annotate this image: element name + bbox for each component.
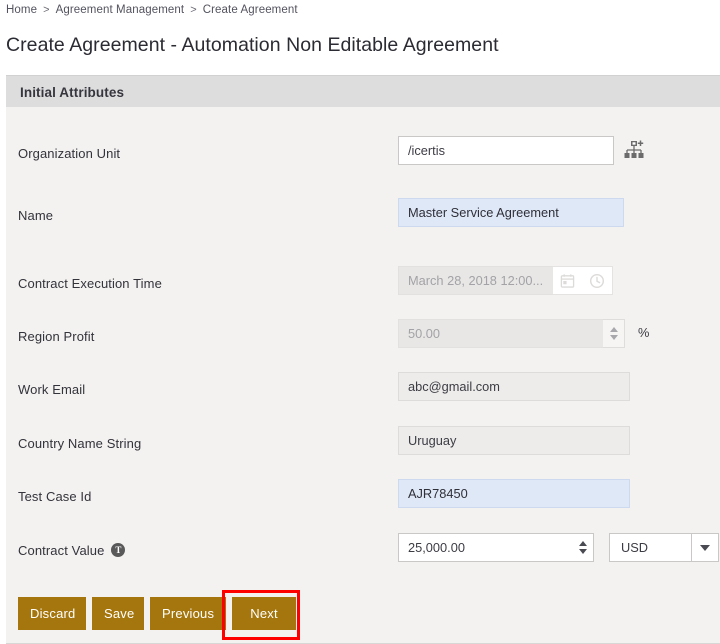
clock-icon[interactable] — [586, 270, 608, 292]
country-name-string-input[interactable]: Uruguay — [398, 426, 630, 455]
label-test-case-id: Test Case Id — [18, 488, 92, 504]
breadcrumb-item-home[interactable]: Home — [6, 4, 37, 16]
label-country-name-string: Country Name String — [18, 435, 142, 451]
form-row-contract-value: Contract Value T 25,000.00 USD — [6, 533, 720, 567]
work-email-value: abc@gmail.com — [408, 379, 500, 394]
calendar-icon[interactable] — [557, 270, 579, 292]
stepper-down-icon[interactable] — [609, 335, 618, 340]
region-profit-field[interactable]: 50.00 — [398, 319, 625, 348]
label-contract-value: Contract Value T — [18, 542, 126, 558]
label-contract-value-text: Contract Value — [18, 542, 105, 558]
label-contract-execution-time: Contract Execution Time — [18, 275, 162, 291]
form-action-bar: Discard Save Previous Next — [6, 586, 720, 644]
test-case-id-value: AJR78450 — [408, 486, 468, 501]
label-work-email: Work Email — [18, 381, 86, 397]
form-row-country-name-string: Country Name String Uruguay — [6, 426, 720, 460]
form-body: Organization Unit /icertis Name Master S… — [6, 107, 720, 586]
region-profit-stepper[interactable] — [603, 319, 625, 348]
region-profit-suffix: % — [638, 325, 650, 340]
breadcrumb-separator: > — [43, 4, 50, 16]
contract-execution-time-value: March 28, 2018 12:00... — [398, 266, 553, 295]
organization-unit-input[interactable]: /icertis — [398, 136, 614, 165]
save-button[interactable]: Save — [92, 597, 144, 630]
form-row-name: Name Master Service Agreement — [6, 198, 720, 232]
create-agreement-page: Home > Agreement Management > Create Agr… — [0, 0, 720, 644]
discard-button[interactable]: Discard — [18, 597, 86, 630]
contract-execution-time-field[interactable]: March 28, 2018 12:00... — [398, 266, 613, 295]
work-email-input[interactable]: abc@gmail.com — [398, 372, 630, 401]
contract-execution-time-buttons — [553, 266, 613, 295]
contract-value-input[interactable]: 25,000.00 — [398, 533, 572, 562]
label-organization-unit: Organization Unit — [18, 145, 121, 161]
org-chart-add-icon[interactable] — [623, 139, 645, 161]
test-case-id-input[interactable]: AJR78450 — [398, 479, 630, 508]
section-header-label: Initial Attributes — [20, 84, 125, 100]
previous-button[interactable]: Previous — [150, 597, 226, 630]
section-header-initial-attributes: Initial Attributes — [6, 75, 720, 108]
currency-select[interactable]: USD — [609, 533, 719, 562]
breadcrumb-separator: > — [190, 4, 197, 16]
breadcrumb-item-create-agreement[interactable]: Create Agreement — [203, 4, 298, 16]
next-button[interactable]: Next — [232, 597, 296, 630]
breadcrumb-item-agreement-management[interactable]: Agreement Management — [56, 4, 185, 16]
organization-unit-value: /icertis — [408, 143, 445, 158]
page-title: Create Agreement - Automation Non Editab… — [6, 34, 499, 56]
form-row-organization-unit: Organization Unit /icertis — [6, 136, 720, 170]
name-value: Master Service Agreement — [408, 205, 559, 220]
tooltip-info-icon[interactable]: T — [111, 543, 126, 557]
currency-selected-value: USD — [609, 533, 691, 562]
breadcrumb: Home > Agreement Management > Create Agr… — [6, 2, 298, 18]
contract-value-stepper[interactable] — [572, 533, 594, 562]
contract-value-field[interactable]: 25,000.00 — [398, 533, 594, 562]
label-name: Name — [18, 207, 54, 223]
form-row-contract-execution-time: Contract Execution Time March 28, 2018 1… — [6, 266, 720, 300]
chevron-down-icon[interactable] — [691, 533, 719, 562]
stepper-up-icon[interactable] — [609, 327, 618, 332]
form-row-region-profit: Region Profit 50.00 % — [6, 319, 720, 353]
stepper-down-icon[interactable] — [578, 549, 587, 554]
stepper-up-icon[interactable] — [578, 541, 587, 546]
region-profit-value: 50.00 — [398, 319, 603, 348]
form-row-test-case-id: Test Case Id AJR78450 — [6, 479, 720, 513]
country-name-string-value: Uruguay — [408, 433, 457, 448]
form-row-work-email: Work Email abc@gmail.com — [6, 372, 720, 406]
name-input[interactable]: Master Service Agreement — [398, 198, 624, 227]
label-region-profit: Region Profit — [18, 328, 95, 344]
